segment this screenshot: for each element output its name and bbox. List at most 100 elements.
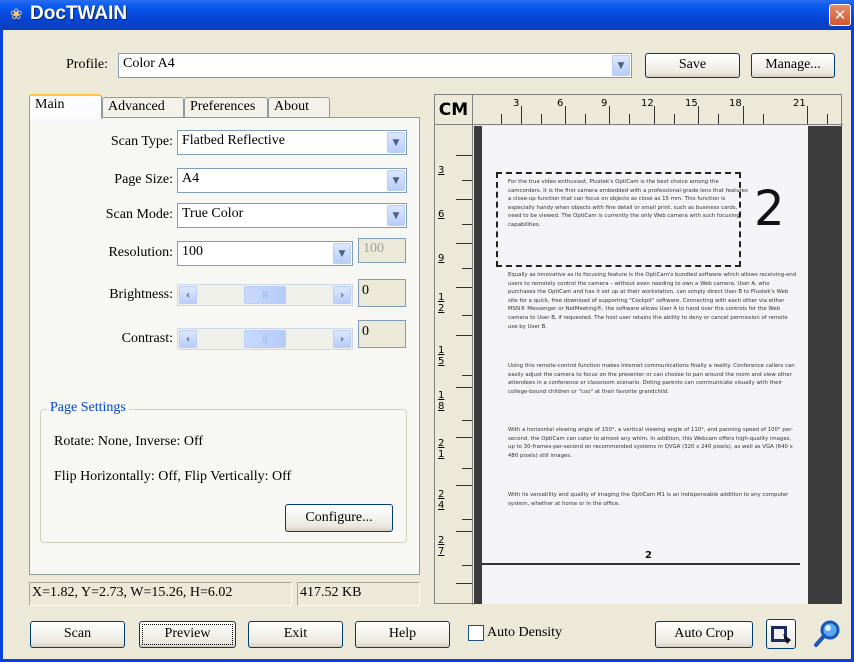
ruler-tick <box>456 199 472 200</box>
preview-panel: CM 3 6 9 12 15 18 21 3 6 9 12 15 18 21 2… <box>434 94 843 605</box>
ruler-tick <box>763 114 764 124</box>
help-button[interactable]: Help <box>355 621 450 648</box>
ruler-label: 18 <box>729 98 742 109</box>
resolution-select[interactable]: 100 ▼ <box>177 241 353 266</box>
top-ruler: 3 6 9 12 15 18 21 <box>473 95 843 125</box>
ruler-label: 12 <box>438 292 445 314</box>
ruler-label: 15 <box>438 345 445 367</box>
scan-type-select[interactable]: Flatbed Reflective ▼ <box>177 130 407 155</box>
profile-value: Color A4 <box>123 56 175 71</box>
save-button[interactable]: Save <box>645 53 740 78</box>
ruler-tick <box>743 106 744 124</box>
page-number: 2 <box>645 550 652 561</box>
slider-thumb[interactable]: ||| <box>244 286 286 304</box>
page-heading-number: 2 <box>754 181 785 237</box>
profile-label: Profile: <box>66 57 108 72</box>
page-size-label: Page Size: <box>114 172 173 187</box>
exit-button[interactable]: Exit <box>248 621 343 648</box>
ruler-unit[interactable]: CM <box>435 95 473 125</box>
scanner-settings-button[interactable] <box>766 619 796 649</box>
contrast-value[interactable]: 0 <box>358 320 406 348</box>
ruler-label: 21 <box>438 438 445 460</box>
auto-crop-button[interactable]: Auto Crop <box>655 621 753 648</box>
ruler-tick <box>462 375 472 376</box>
chevron-right-icon[interactable]: › <box>333 330 351 348</box>
paragraph: Equally as innovative as its focusing fe… <box>508 272 797 330</box>
ruler-tick <box>456 531 472 532</box>
ruler-tick <box>674 114 675 124</box>
chevron-down-icon[interactable]: ▼ <box>387 132 405 153</box>
scan-type-value: Flatbed Reflective <box>182 133 286 148</box>
slider-thumb[interactable]: ||| <box>244 330 286 348</box>
tab-main[interactable]: Main <box>29 94 102 119</box>
chevron-right-icon[interactable]: › <box>333 286 351 304</box>
scan-mode-label: Scan Mode: <box>105 207 173 222</box>
ruler-tick <box>462 224 472 225</box>
ruler-label: 15 <box>685 98 698 109</box>
paragraph: Using this remote-control function makes… <box>508 363 795 395</box>
selection-rectangle[interactable] <box>496 172 741 267</box>
ruler-tick <box>521 106 522 124</box>
brightness-slider[interactable]: ‹ ||| › <box>177 284 353 306</box>
chevron-down-icon[interactable]: ▼ <box>387 170 405 191</box>
ruler-tick <box>501 114 502 124</box>
tab-advanced[interactable]: Advanced <box>102 97 184 118</box>
scan-button[interactable]: Scan <box>30 621 125 648</box>
ruler-tick <box>585 114 586 124</box>
contrast-slider[interactable]: ‹ ||| › <box>177 328 353 350</box>
chevron-down-icon[interactable]: ▼ <box>612 55 630 76</box>
tab-about[interactable]: About <box>268 97 330 118</box>
scan-mode-value: True Color <box>182 206 244 221</box>
ruler-tick <box>456 287 472 288</box>
ruler-label: 27 <box>438 535 445 557</box>
ruler-tick <box>462 519 472 520</box>
brightness-value[interactable]: 0 <box>358 279 406 307</box>
ruler-label: 9 <box>601 98 608 109</box>
ruler-tick <box>456 387 472 388</box>
zoom-button[interactable] <box>812 619 842 649</box>
image-size: 417.52 KB <box>297 582 420 606</box>
ruler-tick <box>807 106 808 124</box>
ruler-label: 3 <box>513 98 520 109</box>
chevron-down-icon[interactable]: ▼ <box>387 205 405 226</box>
close-button[interactable]: ✕ <box>829 4 851 26</box>
ruler-label: 18 <box>438 390 445 412</box>
ruler-tick <box>462 315 472 316</box>
ruler-tick <box>718 114 719 124</box>
ruler-tick <box>456 155 472 156</box>
app-icon: ❀ <box>10 5 23 23</box>
rotate-status: Rotate: None, Inverse: Off <box>54 434 204 449</box>
ruler-label: 9 <box>438 253 445 264</box>
title-bar[interactable]: ❀ DocTWAIN ✕ <box>0 0 854 30</box>
scan-preview-area[interactable]: For the true video enthusiast, Plustek's… <box>474 126 842 604</box>
chevron-left-icon[interactable]: ‹ <box>179 330 197 348</box>
configure-button[interactable]: Configure... <box>285 504 393 532</box>
page-size-select[interactable]: A4 ▼ <box>177 168 407 193</box>
tab-preferences[interactable]: Preferences <box>184 97 268 118</box>
chevron-down-icon[interactable]: ▼ <box>333 243 351 264</box>
doctwain-window: ❀ DocTWAIN ✕ Profile: Color A4 ▼ Save Ma… <box>0 0 854 662</box>
ruler-label: 6 <box>438 209 445 220</box>
ruler-tick <box>456 243 472 244</box>
auto-density-checkbox[interactable] <box>468 625 484 641</box>
page-footer-rule <box>482 563 800 565</box>
scan-mode-select[interactable]: True Color ▼ <box>177 203 407 228</box>
ruler-tick <box>462 420 472 421</box>
contrast-label: Contrast: <box>121 331 173 346</box>
ruler-label: 12 <box>641 98 654 109</box>
ruler-tick <box>456 583 472 584</box>
ruler-tick <box>629 114 630 124</box>
ruler-tick <box>462 565 472 566</box>
paragraph: With a horizontal viewing angle of 150°,… <box>508 427 793 459</box>
ruler-tick <box>609 106 610 124</box>
auto-density-label: Auto Density <box>487 625 563 640</box>
manage-button[interactable]: Manage... <box>751 53 835 78</box>
page-size-value: A4 <box>182 171 200 186</box>
preview-button[interactable]: Preview <box>139 621 236 648</box>
page-settings-group: Page Settings Rotate: None, Inverse: Off… <box>40 400 407 543</box>
ruler-tick <box>654 106 655 124</box>
scan-type-label: Scan Type: <box>110 134 173 149</box>
chevron-left-icon[interactable]: ‹ <box>179 286 197 304</box>
profile-select[interactable]: Color A4 ▼ <box>118 53 632 78</box>
magnifier-icon <box>814 620 840 647</box>
